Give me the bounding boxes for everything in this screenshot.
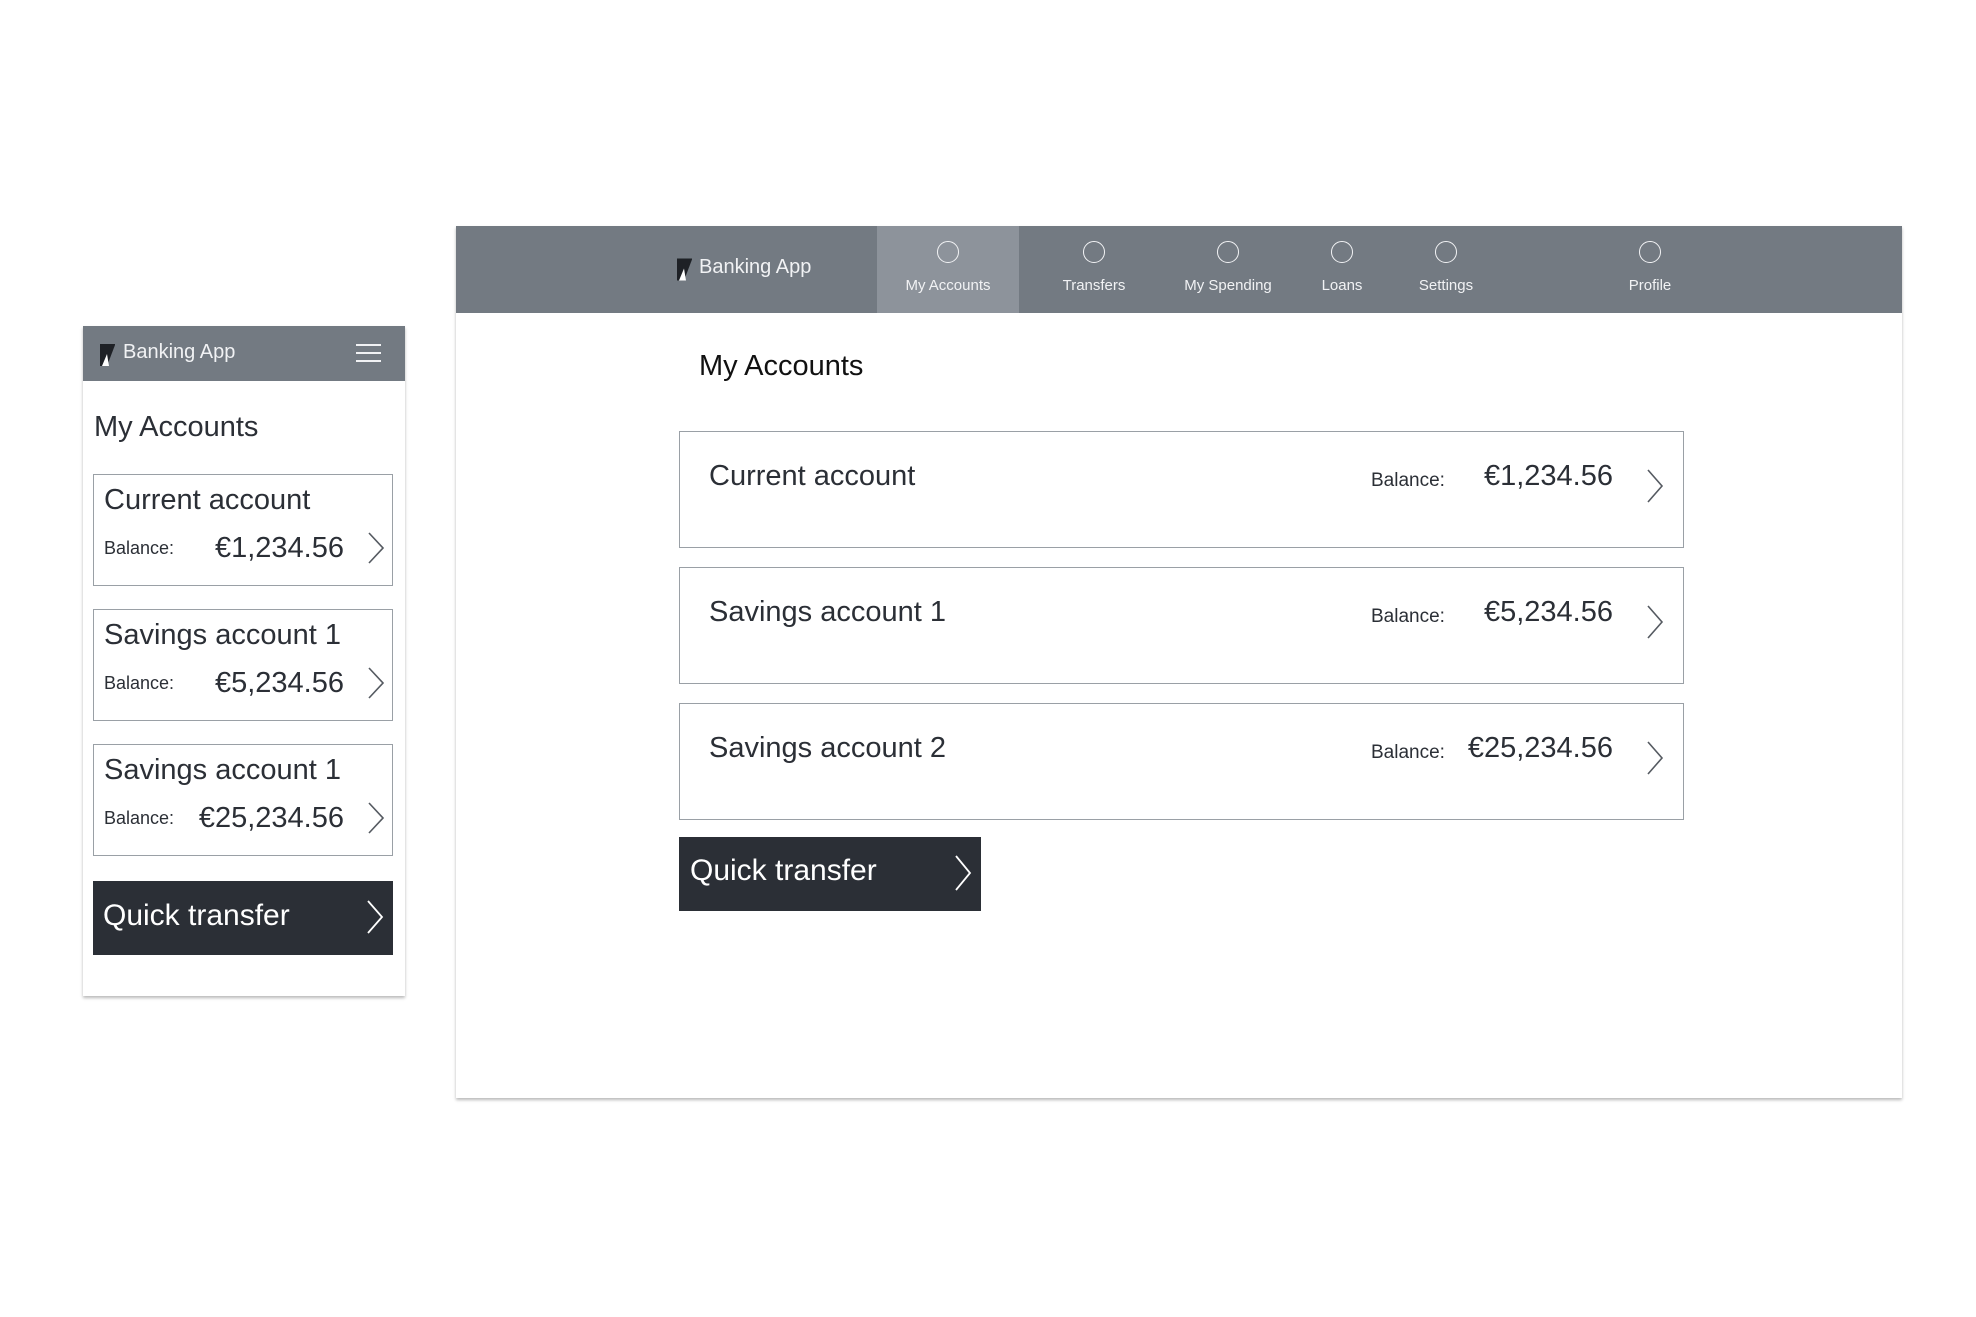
circle-icon (1217, 241, 1239, 263)
chevron-right-icon (367, 900, 384, 934)
quick-transfer-label: Quick transfer (690, 854, 877, 887)
nav-my-accounts[interactable]: My Accounts (877, 226, 1019, 313)
page-title: My Accounts (699, 350, 864, 382)
circle-icon (1639, 241, 1661, 263)
balance-value: €1,234.56 (214, 532, 344, 564)
desktop-header: Banking App My Accounts Transfers My Spe… (456, 226, 1902, 313)
chevron-right-icon (368, 667, 385, 699)
chevron-right-icon (955, 855, 972, 891)
chevron-right-icon (1647, 741, 1664, 775)
balance-value: €1,234.56 (1483, 460, 1613, 492)
account-card-savings-1[interactable]: Savings account 1 Balance: €5,234.56 (679, 567, 1684, 684)
account-name: Current account (104, 484, 311, 516)
circle-icon (937, 241, 959, 263)
desktop-frame: Banking App My Accounts Transfers My Spe… (456, 226, 1902, 1098)
quick-transfer-label: Quick transfer (103, 899, 290, 932)
hamburger-menu-icon[interactable] (356, 344, 381, 364)
nav-profile[interactable]: Profile (1600, 226, 1700, 313)
nav-label: Loans (1321, 277, 1363, 294)
nav-transfers[interactable]: Transfers (1034, 226, 1154, 313)
app-title: Banking App (699, 256, 812, 278)
nav-loans[interactable]: Loans (1302, 226, 1382, 313)
circle-icon (1435, 241, 1457, 263)
account-name: Current account (709, 460, 916, 492)
balance-label: Balance: (1371, 742, 1445, 763)
balance-value: €5,234.56 (214, 667, 344, 699)
quick-transfer-button[interactable]: Quick transfer (679, 837, 981, 911)
account-name: Savings account 2 (709, 732, 946, 764)
bank-logo-icon (100, 344, 115, 366)
account-card-savings-2[interactable]: Savings account 1 Balance: €25,234.56 (93, 744, 393, 856)
balance-label: Balance: (1371, 470, 1445, 491)
nav-settings[interactable]: Settings (1391, 226, 1501, 313)
balance-label: Balance: (104, 673, 175, 693)
nav-label: My Spending (1184, 277, 1272, 294)
balance-value: €25,234.56 (198, 802, 344, 834)
balance-label: Balance: (104, 808, 175, 828)
app-title: Banking App (123, 341, 236, 363)
mobile-frame: Banking App My Accounts Current account … (83, 326, 405, 996)
mobile-header: Banking App (83, 326, 405, 381)
account-card-savings-1[interactable]: Savings account 1 Balance: €5,234.56 (93, 609, 393, 721)
circle-icon (1083, 241, 1105, 263)
account-name: Savings account 1 (104, 619, 341, 651)
chevron-right-icon (1647, 605, 1664, 639)
nav-label: Settings (1418, 277, 1474, 294)
quick-transfer-button[interactable]: Quick transfer (93, 881, 393, 955)
balance-value: €25,234.56 (1467, 732, 1613, 764)
chevron-right-icon (368, 802, 385, 834)
circle-icon (1331, 241, 1353, 263)
account-card-current[interactable]: Current account Balance: €1,234.56 (93, 474, 393, 586)
nav-label: Transfers (1062, 277, 1126, 294)
account-card-current[interactable]: Current account Balance: €1,234.56 (679, 431, 1684, 548)
balance-label: Balance: (1371, 606, 1445, 627)
account-name: Savings account 1 (104, 754, 341, 786)
nav-label: My Accounts (905, 277, 991, 294)
balance-label: Balance: (104, 538, 175, 558)
nav-my-spending[interactable]: My Spending (1163, 226, 1293, 313)
account-name: Savings account 1 (709, 596, 946, 628)
bank-logo-icon (677, 258, 692, 281)
balance-value: €5,234.56 (1483, 596, 1613, 628)
account-card-savings-2[interactable]: Savings account 2 Balance: €25,234.56 (679, 703, 1684, 820)
chevron-right-icon (368, 532, 385, 564)
page-title: My Accounts (94, 411, 259, 443)
nav-label: Profile (1628, 277, 1672, 294)
chevron-right-icon (1647, 469, 1664, 503)
